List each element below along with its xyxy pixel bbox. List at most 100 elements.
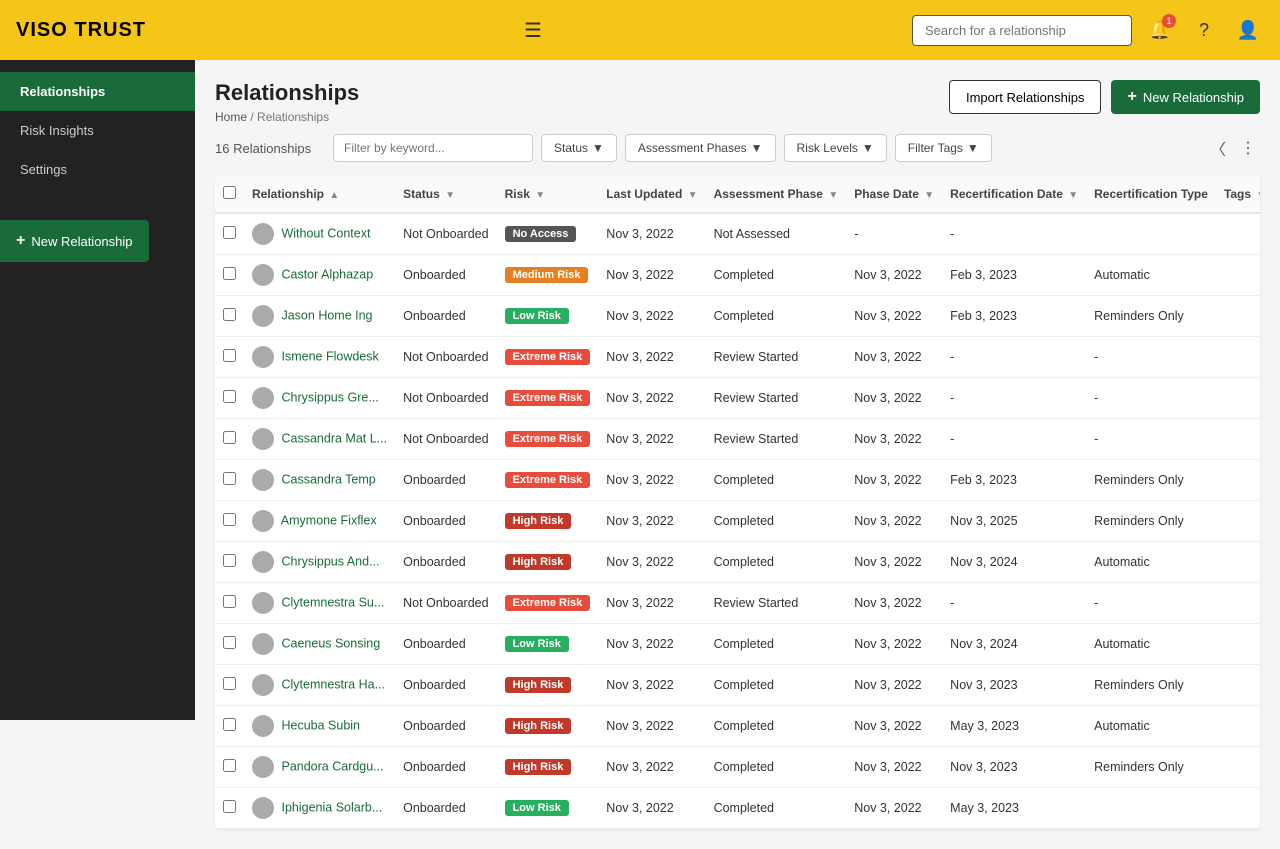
relationship-link[interactable]: Clytemnestra Ha... bbox=[281, 677, 385, 691]
row-last-updated: Nov 3, 2022 bbox=[598, 337, 705, 378]
row-status: Onboarded bbox=[395, 460, 496, 501]
col-header-risk[interactable]: Risk ▼ bbox=[497, 176, 599, 213]
sort-icon: ▼ bbox=[535, 190, 545, 201]
row-status: Not Onboarded bbox=[395, 419, 496, 460]
menu-icon[interactable]: ☰ bbox=[517, 14, 549, 46]
row-recert-date: Feb 3, 2023 bbox=[942, 255, 1086, 296]
row-assessment-phase: Completed bbox=[706, 501, 847, 542]
row-checkbox[interactable] bbox=[223, 226, 236, 239]
risk-levels-filter-button[interactable]: Risk Levels ▼ bbox=[784, 134, 887, 162]
row-recert-date: Nov 3, 2024 bbox=[942, 624, 1086, 665]
sort-icon: ▼ bbox=[1068, 190, 1078, 201]
table-row: Hecuba Subin Onboarded High Risk Nov 3, … bbox=[215, 706, 1260, 747]
row-checkbox[interactable] bbox=[223, 554, 236, 567]
help-icon[interactable]: ? bbox=[1188, 14, 1220, 46]
row-checkbox[interactable] bbox=[223, 759, 236, 772]
breadcrumb-current: Relationships bbox=[257, 110, 329, 124]
relationship-link[interactable]: Chrysippus And... bbox=[281, 554, 379, 568]
col-header-phase-date[interactable]: Phase Date ▼ bbox=[846, 176, 942, 213]
breadcrumb-home[interactable]: Home bbox=[215, 110, 247, 124]
relationship-link[interactable]: Caeneus Sonsing bbox=[281, 636, 380, 650]
row-checkbox[interactable] bbox=[223, 800, 236, 813]
row-checkbox[interactable] bbox=[223, 349, 236, 362]
status-filter-button[interactable]: Status ▼ bbox=[541, 134, 617, 162]
select-all-checkbox[interactable] bbox=[223, 186, 236, 199]
col-header-relationship[interactable]: Relationship ▲ bbox=[244, 176, 395, 213]
row-relationship: Chrysippus Gre... bbox=[244, 378, 395, 419]
row-checkbox[interactable] bbox=[223, 267, 236, 280]
new-relationship-button[interactable]: + New Relationship bbox=[1111, 80, 1260, 114]
row-tags bbox=[1216, 255, 1260, 296]
new-relationship-card-button[interactable]: + New Relationship bbox=[0, 220, 149, 262]
relationship-count: 16 Relationships bbox=[215, 141, 325, 156]
row-relationship: Jason Home Ing bbox=[244, 296, 395, 337]
sidebar-item-label: Settings bbox=[20, 162, 67, 177]
user-icon[interactable]: 👤 bbox=[1232, 14, 1264, 46]
relationship-link[interactable]: Amymone Fixflex bbox=[281, 513, 377, 527]
row-recert-type: - bbox=[1086, 378, 1216, 419]
table-row: Jason Home Ing Onboarded Low Risk Nov 3,… bbox=[215, 296, 1260, 337]
row-relationship: Cassandra Temp bbox=[244, 460, 395, 501]
sidebar-item-settings[interactable]: Settings bbox=[0, 150, 195, 189]
sidebar-item-relationships[interactable]: Relationships bbox=[0, 72, 195, 111]
row-assessment-phase: Review Started bbox=[706, 378, 847, 419]
relationship-link[interactable]: Without Context bbox=[281, 226, 370, 240]
row-checkbox[interactable] bbox=[223, 431, 236, 444]
row-risk: Extreme Risk bbox=[497, 378, 599, 419]
relationship-link[interactable]: Cassandra Mat L... bbox=[281, 431, 387, 445]
relationship-link[interactable]: Jason Home Ing bbox=[281, 308, 372, 322]
row-phase-date: Nov 3, 2022 bbox=[846, 665, 942, 706]
relationship-link[interactable]: Cassandra Temp bbox=[281, 472, 375, 486]
row-checkbox[interactable] bbox=[223, 636, 236, 649]
assessment-phases-filter-button[interactable]: Assessment Phases ▼ bbox=[625, 134, 776, 162]
sort-icon: ▼ bbox=[445, 190, 455, 201]
chevron-down-icon: ▼ bbox=[862, 141, 874, 155]
col-header-last-updated[interactable]: Last Updated ▼ bbox=[598, 176, 705, 213]
row-risk: No Access bbox=[497, 213, 599, 255]
row-tags bbox=[1216, 213, 1260, 255]
row-checkbox[interactable] bbox=[223, 308, 236, 321]
row-recert-date: Feb 3, 2023 bbox=[942, 296, 1086, 337]
breadcrumb: Home / Relationships bbox=[215, 110, 359, 124]
row-checkbox[interactable] bbox=[223, 595, 236, 608]
row-checkbox[interactable] bbox=[223, 472, 236, 485]
avatar bbox=[252, 797, 274, 819]
row-checkbox[interactable] bbox=[223, 513, 236, 526]
toolbar: 16 Relationships Status ▼ Assessment Pha… bbox=[215, 132, 1260, 164]
col-header-recert-date[interactable]: Recertification Date ▼ bbox=[942, 176, 1086, 213]
filter-icon-button[interactable]: 〈 bbox=[1206, 132, 1230, 164]
row-checkbox[interactable] bbox=[223, 677, 236, 690]
col-header-status[interactable]: Status ▼ bbox=[395, 176, 496, 213]
col-header-recert-type[interactable]: Recertification Type bbox=[1086, 176, 1216, 213]
more-options-button[interactable]: ⋮ bbox=[1236, 132, 1260, 164]
row-checkbox[interactable] bbox=[223, 390, 236, 403]
sort-icon: ▼ bbox=[828, 190, 838, 201]
relationship-link[interactable]: Ismene Flowdesk bbox=[281, 349, 378, 363]
row-risk: High Risk bbox=[497, 706, 599, 747]
relationship-link[interactable]: Pandora Cardgu... bbox=[281, 759, 383, 773]
relationship-link[interactable]: Castor Alphazap bbox=[281, 267, 373, 281]
relationship-link[interactable]: Iphigenia Solarb... bbox=[281, 800, 382, 814]
avatar bbox=[252, 346, 274, 368]
notification-icon[interactable]: 🔔 1 bbox=[1144, 14, 1176, 46]
row-status: Onboarded bbox=[395, 296, 496, 337]
row-checkbox-cell bbox=[215, 788, 244, 829]
sidebar-item-risk-insights[interactable]: Risk Insights bbox=[0, 111, 195, 150]
col-header-tags[interactable]: Tags ▼ bbox=[1216, 176, 1260, 213]
keyword-filter-input[interactable] bbox=[333, 134, 533, 162]
col-header-assessment-phase[interactable]: Assessment Phase ▼ bbox=[706, 176, 847, 213]
relationship-link[interactable]: Chrysippus Gre... bbox=[281, 390, 378, 404]
filter-tags-button[interactable]: Filter Tags ▼ bbox=[895, 134, 992, 162]
chevron-down-icon: ▼ bbox=[751, 141, 763, 155]
filter-tags-label: Filter Tags bbox=[908, 141, 963, 155]
row-status: Not Onboarded bbox=[395, 583, 496, 624]
row-relationship: Caeneus Sonsing bbox=[244, 624, 395, 665]
risk-badge: Extreme Risk bbox=[505, 390, 591, 406]
search-input[interactable] bbox=[912, 15, 1132, 46]
row-last-updated: Nov 3, 2022 bbox=[598, 706, 705, 747]
import-relationships-button[interactable]: Import Relationships bbox=[949, 80, 1102, 114]
relationship-link[interactable]: Hecuba Subin bbox=[281, 718, 360, 732]
relationship-link[interactable]: Clytemnestra Su... bbox=[281, 595, 384, 609]
risk-badge: Low Risk bbox=[505, 800, 569, 816]
row-tags bbox=[1216, 583, 1260, 624]
